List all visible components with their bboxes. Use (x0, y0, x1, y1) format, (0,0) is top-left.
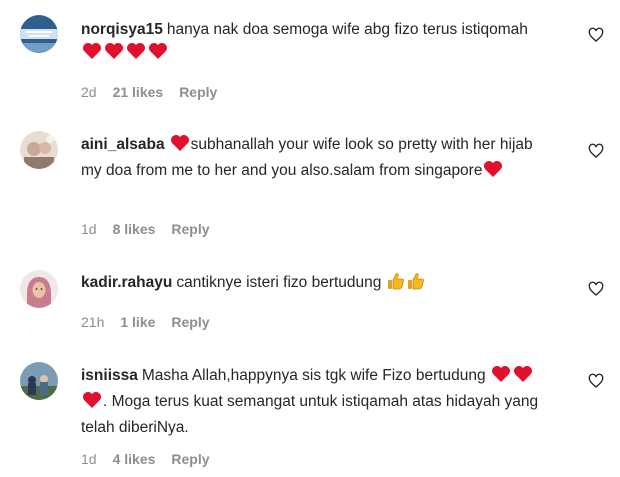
comment-meta: 1d 8 likes Reply (81, 221, 210, 237)
comment-body: cantiknye isteri fizo bertudung (176, 274, 386, 291)
avatar[interactable] (20, 362, 58, 400)
comment-body-continued: . Moga terus kuat semangat untuk istiqam… (81, 393, 539, 436)
avatar[interactable] (20, 131, 58, 169)
comment-time: 1d (81, 221, 97, 237)
thumbs-up-emoji-icon (387, 272, 405, 297)
reply-button[interactable]: Reply (171, 314, 209, 330)
comment-meta: 2d 21 likes Reply (81, 84, 217, 100)
reply-button[interactable]: Reply (179, 84, 217, 100)
comment-username[interactable]: isniissa (81, 367, 138, 384)
comment-body: Masha Allah,happynya sis tgk wife Fizo b… (141, 367, 490, 384)
comment-likes[interactable]: 4 likes (113, 451, 156, 467)
like-heart-outline-icon[interactable] (588, 27, 604, 43)
like-heart-outline-icon[interactable] (588, 143, 604, 159)
red-heart-emoji-icon (126, 42, 146, 67)
red-heart-emoji-icon (82, 391, 102, 416)
reply-button[interactable]: Reply (171, 221, 209, 237)
reply-button[interactable]: Reply (171, 451, 209, 467)
comment-likes[interactable]: 21 likes (113, 84, 164, 100)
like-heart-outline-icon[interactable] (588, 373, 604, 389)
comment-username[interactable]: aini_alsaba (81, 136, 165, 153)
thumbs-up-emoji-icon (407, 272, 425, 297)
comment-time: 1d (81, 451, 97, 467)
red-heart-emoji-icon (82, 42, 102, 67)
comment-meta: 21h 1 like Reply (81, 314, 210, 330)
comment-body: hanya nak doa semoga wife abg fizo terus… (166, 21, 528, 38)
red-heart-emoji-icon (104, 42, 124, 67)
comment-username[interactable]: norqisya15 (81, 21, 163, 38)
comment-text: aini_alsaba subhanallah your wife look so… (81, 133, 551, 185)
like-heart-outline-icon[interactable] (588, 281, 604, 297)
comment-likes[interactable]: 8 likes (113, 221, 156, 237)
red-heart-emoji-icon (148, 42, 168, 67)
comment-time: 2d (81, 84, 97, 100)
comment-meta: 1d 4 likes Reply (81, 451, 210, 467)
comment-text: norqisya15 hanya nak doa semoga wife abg … (81, 18, 551, 67)
comment-text: kadir.rahayu cantiknye isteri fizo bertud… (81, 271, 551, 297)
avatar[interactable] (20, 15, 58, 53)
comment-time: 21h (81, 314, 105, 330)
red-heart-emoji-icon (483, 160, 503, 185)
comment-username[interactable]: kadir.rahayu (81, 274, 172, 291)
red-heart-emoji-icon (491, 365, 511, 390)
comment-likes[interactable]: 1 like (120, 314, 155, 330)
avatar[interactable] (20, 270, 58, 308)
red-heart-emoji-icon (513, 365, 533, 390)
comment-text: isniissa Masha Allah,happynya sis tgk wif… (81, 364, 551, 439)
red-heart-emoji-icon (170, 134, 190, 159)
